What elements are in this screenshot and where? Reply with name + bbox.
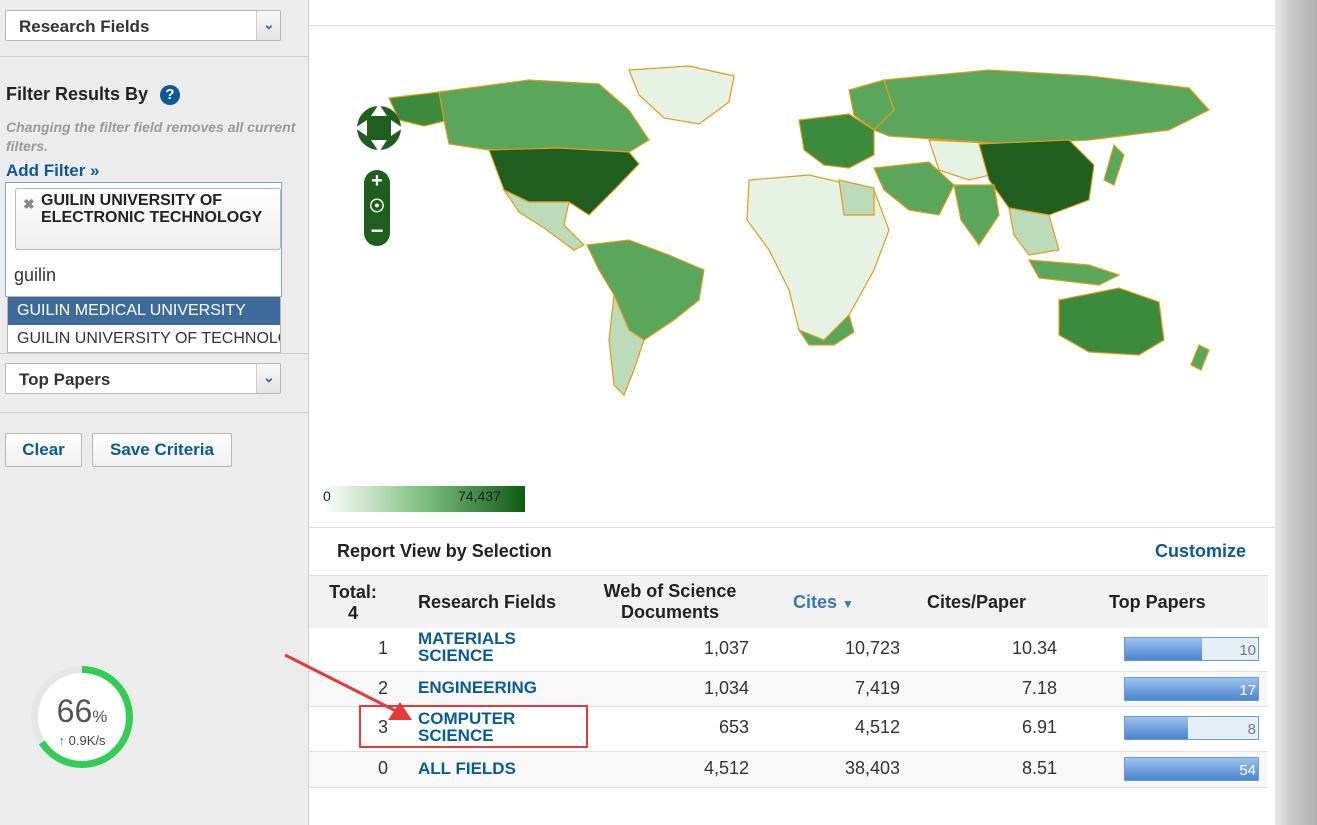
filter-search-input[interactable]: guilin (14, 265, 56, 286)
divider (309, 527, 1275, 528)
annotation-arrow (284, 653, 412, 720)
top-papers-select[interactable]: Top Papers ⌄ (5, 363, 281, 394)
cites-label: Cites (793, 592, 838, 612)
sort-desc-icon: ▼ (842, 597, 854, 611)
filter-chip-label: GUILIN UNIVERSITY OF ELECTRONIC TECHNOLO… (41, 192, 263, 226)
report-title: Report View by Selection (337, 541, 552, 561)
cites-value: 38,403 (844, 758, 900, 778)
top-papers-bar[interactable]: 8 (1124, 716, 1259, 740)
customize-link[interactable]: Customize (1155, 541, 1246, 562)
documents-value: 4,512 (703, 758, 749, 778)
speed-rate: 0.9K/s (68, 733, 106, 748)
total-label: Total: (329, 582, 377, 602)
field-link[interactable]: MATERIALS SCIENCE (418, 630, 568, 664)
table-row: 1 MATERIALS SCIENCE 1,037 10,723 10.34 1… (309, 628, 1268, 672)
map-legend-scale: 0 74,437 (323, 486, 525, 512)
divider (0, 353, 309, 354)
cites-header[interactable]: Cites ▼ (793, 592, 854, 615)
research-fields-header: Research Fields (418, 592, 557, 612)
top-papers-bar[interactable]: 10 (1124, 637, 1259, 661)
remove-chip-icon[interactable]: ✖ (23, 196, 35, 213)
filter-chip: ✖ GUILIN UNIVERSITY OF ELECTRONIC TECHNO… (15, 188, 281, 250)
top-papers-bar-fill (1125, 758, 1258, 780)
top-papers-value: 54 (1239, 762, 1256, 779)
top-papers-bar-fill (1125, 678, 1258, 700)
field-link[interactable]: ALL FIELDS (418, 760, 516, 777)
cites-value: 4,512 (854, 717, 900, 737)
documents-header: Web of Science Documents (603, 581, 737, 622)
add-filter-link[interactable]: Add Filter » (6, 161, 100, 181)
divider (0, 56, 309, 57)
map-pan-control[interactable] (352, 90, 406, 166)
top-papers-bar[interactable]: 54 (1124, 757, 1259, 781)
top-papers-header: Top Papers (1109, 592, 1206, 612)
speed-percent: 66 (56, 693, 93, 729)
row-rank: 0 (378, 758, 389, 778)
research-fields-select-label: Research Fields (19, 17, 150, 36)
top-papers-value: 17 (1239, 682, 1256, 699)
help-icon[interactable]: ? (160, 85, 180, 105)
divider (0, 412, 309, 413)
documents-value: 1,037 (703, 638, 749, 658)
research-fields-table: Total: 4 Research Fields Web of Science … (309, 575, 1268, 788)
top-papers-bar-fill (1125, 717, 1188, 739)
documents-value: 1,034 (703, 678, 749, 698)
legend-max: 74,437 (458, 488, 501, 504)
zoom-in-icon[interactable]: + (364, 170, 390, 193)
zoom-out-icon[interactable]: − (364, 218, 390, 244)
main-panel: + ☉ − 0 74,437 Report View by Selection … (309, 0, 1275, 825)
world-map-svg[interactable] (329, 40, 1269, 460)
world-map[interactable]: + ☉ − (329, 40, 1269, 460)
research-fields-select[interactable]: Research Fields ⌄ (5, 10, 281, 41)
field-link[interactable]: ENGINEERING (418, 679, 537, 696)
top-papers-bar[interactable]: 17 (1124, 677, 1259, 701)
percent-sign: % (92, 707, 108, 726)
map-zoom-control[interactable]: + ☉ − (364, 170, 390, 246)
chevron-down-icon[interactable]: ⌄ (256, 364, 280, 393)
cites-per-paper-header: Cites/Paper (927, 592, 1027, 612)
total-header: Total: 4 (327, 582, 379, 624)
cites-per-paper-value: 8.51 (1021, 758, 1057, 778)
top-papers-bar-fill (1125, 638, 1203, 660)
cites-per-paper-value: 6.91 (1021, 717, 1057, 737)
cites-value: 7,419 (854, 678, 900, 698)
filter-sidebar: Research Fields ⌄ Filter Results By ? Ch… (0, 0, 309, 825)
cites-per-paper-value: 7.18 (1021, 678, 1057, 698)
table-row: 0 ALL FIELDS 4,512 38,403 8.51 54 (309, 752, 1268, 788)
filter-note: Changing the filter field removes all cu… (6, 119, 296, 154)
suggestion-dropdown: GUILIN MEDICAL UNIVERSITY GUILIN UNIVERS… (7, 296, 281, 353)
cites-value: 10,723 (844, 638, 900, 658)
globe-icon[interactable]: ☉ (364, 196, 390, 217)
clear-button[interactable]: Clear (5, 433, 82, 467)
filter-input-box[interactable]: ✖ GUILIN UNIVERSITY OF ELECTRONIC TECHNO… (5, 182, 282, 297)
suggestion-item[interactable]: GUILIN MEDICAL UNIVERSITY (8, 297, 280, 325)
total-count: 4 (347, 603, 358, 623)
top-papers-select-label: Top Papers (19, 370, 111, 389)
window-edge (1275, 0, 1317, 825)
table-header: Total: 4 Research Fields Web of Science … (309, 575, 1268, 628)
legend-min: 0 (323, 488, 331, 504)
filter-title: Filter Results By (6, 84, 149, 104)
divider (309, 25, 1275, 26)
save-criteria-button[interactable]: Save Criteria (92, 433, 232, 467)
suggestion-item[interactable]: GUILIN UNIVERSITY OF TECHNOLOGY (8, 325, 280, 352)
table-row: 2 ENGINEERING 1,034 7,419 7.18 17 (309, 672, 1268, 707)
documents-value: 653 (718, 717, 749, 737)
network-speed-widget: 66% ↑ 0.9K/s (31, 666, 133, 768)
top-papers-value: 10 (1239, 642, 1256, 659)
top-papers-value: 8 (1247, 721, 1256, 738)
page-root: Research Fields ⌄ Filter Results By ? Ch… (0, 0, 1317, 825)
cites-per-paper-value: 10.34 (1011, 638, 1057, 658)
chevron-down-icon[interactable]: ⌄ (256, 11, 280, 40)
upload-arrow-icon: ↑ (58, 733, 66, 748)
